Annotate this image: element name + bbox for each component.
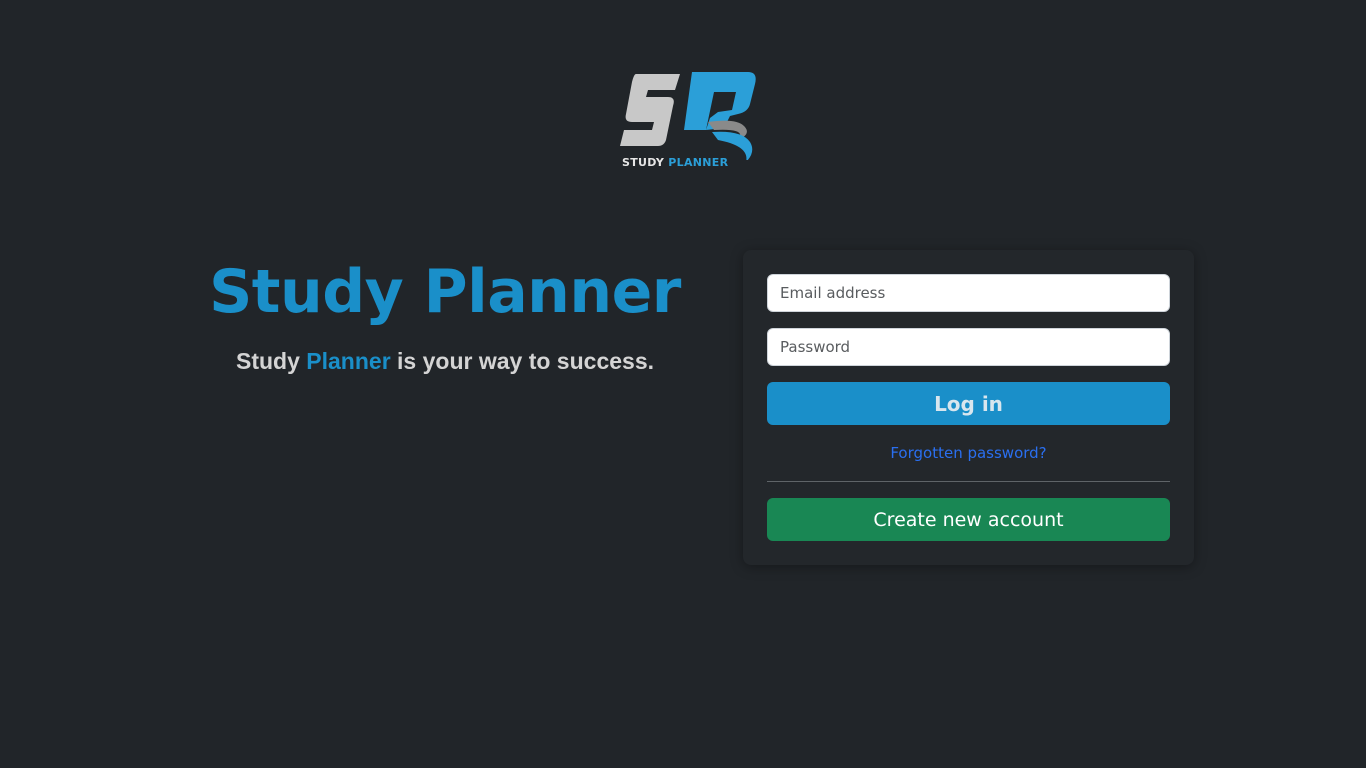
tagline-prefix: Study: [236, 348, 307, 374]
hero-tagline: Study Planner is your way to success.: [205, 348, 685, 375]
login-button[interactable]: Log in: [767, 382, 1170, 425]
form-divider: [767, 481, 1170, 482]
tagline-suffix: is your way to success.: [390, 348, 654, 374]
email-field[interactable]: [767, 274, 1170, 312]
logo-caption-planner: PLANNER: [668, 156, 729, 169]
create-account-button[interactable]: Create new account: [767, 498, 1170, 541]
forgot-password-link[interactable]: Forgotten password?: [743, 444, 1194, 462]
login-card: Log in Forgotten password? Create new ac…: [743, 250, 1194, 565]
tagline-accent: Planner: [306, 348, 391, 374]
study-planner-logo: STUDY PLANNER: [618, 70, 758, 176]
login-page: STUDY PLANNER Study Planner Study Planne…: [0, 0, 1366, 768]
hero-title: Study Planner: [209, 257, 681, 327]
logo-caption: STUDY PLANNER: [622, 156, 728, 169]
hero-section: Study Planner Study Planner is your way …: [205, 252, 685, 375]
logo-caption-study: STUDY: [622, 156, 665, 169]
password-field[interactable]: [767, 328, 1170, 366]
logo-mark-icon: [620, 72, 756, 160]
